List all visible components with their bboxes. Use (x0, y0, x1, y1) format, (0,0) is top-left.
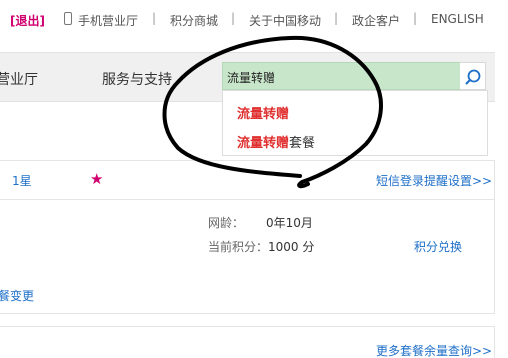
separator: | (231, 11, 236, 25)
mobile-phone-icon (64, 12, 72, 25)
redeem-points-link[interactable]: 积分兑换 (414, 238, 462, 255)
english-link[interactable]: ENGLISH (431, 12, 484, 26)
suggestion-highlight: 流量转赠 (237, 107, 290, 122)
points-value: 1000 分 (268, 240, 315, 254)
suggestion-rest: 套餐 (289, 136, 316, 151)
search-input[interactable] (227, 67, 455, 87)
search-suggestions: 流量转赠 流量转赠套餐 (222, 90, 488, 156)
net-age-value: 0年10月 (266, 216, 313, 230)
divider (0, 199, 494, 200)
separator: | (334, 11, 339, 25)
points-label: 当前积分： (208, 240, 269, 254)
suggestion-highlight: 流量转赠 (237, 136, 290, 151)
sms-login-reminder-link[interactable]: 短信登录提醒设置>> (376, 172, 492, 189)
more-package-query-link[interactable]: 更多套餐余量查询>> (376, 342, 492, 358)
enterprise-link[interactable]: 政企客户 (352, 12, 400, 29)
package-change-link[interactable]: 餐变更 (0, 287, 34, 304)
star-icon: ★ (90, 170, 104, 188)
separator: | (152, 11, 157, 25)
points-mall-link[interactable]: 积分商城 (170, 12, 218, 29)
suggestion-item[interactable]: 流量转赠套餐 (237, 132, 315, 151)
top-utility-bar: [退出] 手机营业厅 | 积分商城 | 关于中国移动 | 政企客户 | ENGL… (0, 0, 508, 40)
logout-link[interactable]: [退出] (10, 12, 45, 29)
separator: | (413, 11, 418, 25)
star-level[interactable]: 1星 (12, 172, 32, 189)
net-age-label: 网龄： (208, 216, 245, 230)
suggestion-item[interactable]: 流量转赠 (237, 103, 289, 122)
search-box (222, 62, 462, 90)
search-button[interactable] (460, 62, 486, 90)
mobile-hall-link[interactable]: 手机营业厅 (78, 12, 138, 29)
nav-hall[interactable]: 营业厅 (0, 69, 38, 89)
nav-service-support[interactable]: 服务与支持 (102, 69, 172, 89)
search-icon (465, 69, 481, 85)
about-link[interactable]: 关于中国移动 (249, 12, 321, 29)
